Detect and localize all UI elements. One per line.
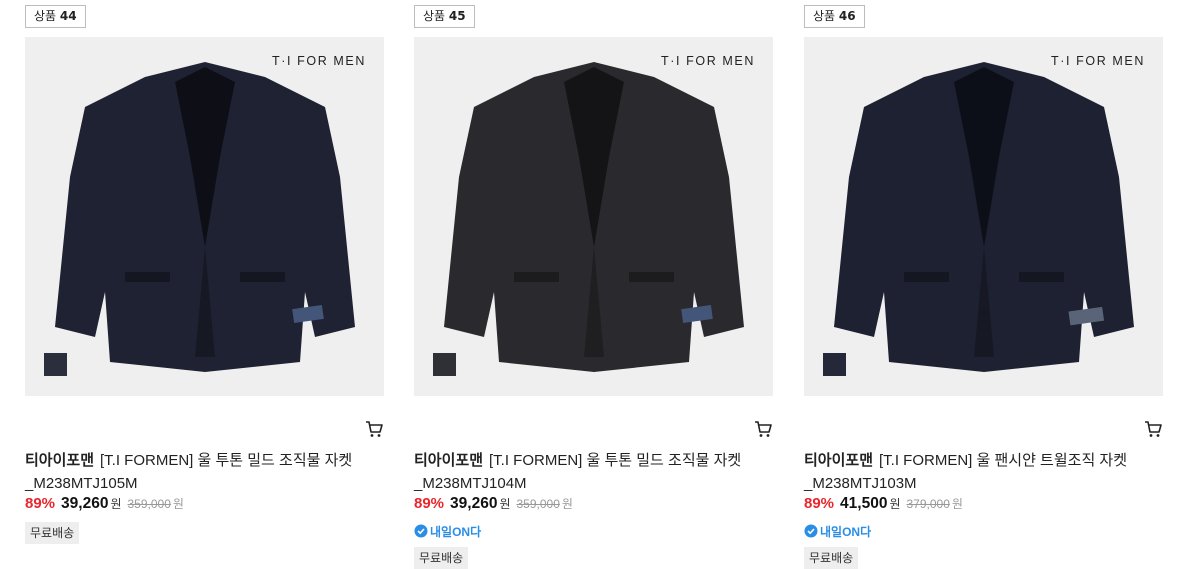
original-price: 379,000 [906, 497, 950, 511]
delivery-badge-label: 내일ON다 [820, 524, 872, 539]
discount-rate: 89% [25, 495, 56, 512]
product-code: _M238MTJ104M [414, 475, 527, 492]
free-shipping-badge: 무료배송 [25, 522, 80, 544]
product-image[interactable]: T·I FOR MEN [414, 37, 773, 396]
color-swatch[interactable] [433, 353, 456, 376]
sale-currency: 원 [889, 497, 901, 511]
free-shipping-badge: 무료배송 [414, 547, 469, 569]
badge-number: 45 [448, 9, 466, 23]
delivery-check-icon [804, 524, 818, 538]
price-row: 89% 41,500 원 379,000 원 [804, 495, 963, 513]
jacket-illustration [55, 62, 355, 372]
product-image[interactable]: T·I FOR MEN [25, 37, 384, 396]
badge-number: 44 [59, 9, 77, 23]
cart-icon [755, 421, 772, 437]
price-row: 89% 39,260 원 359,000 원 [25, 495, 184, 513]
product-title[interactable]: 티아이포맨 [T.I FORMEN] 울 투톤 밀드 조직물 자켓 _M238MT… [414, 449, 774, 495]
sale-currency: 원 [499, 497, 511, 511]
product-name: [T.I FORMEN] 울 투톤 밀드 조직물 자켓 [100, 452, 353, 469]
sale-price: 39,260 [61, 495, 109, 512]
delivery-badge-label: 내일ON다 [430, 524, 482, 539]
product-number-badge: 상품 45 [414, 5, 475, 28]
jacket-illustration [444, 62, 744, 372]
price-row: 89% 39,260 원 359,000 원 [414, 495, 573, 513]
discount-rate: 89% [414, 495, 445, 512]
product-title[interactable]: 티아이포맨 [T.I FORMEN] 울 투톤 밀드 조직물 자켓 _M238MT… [25, 449, 385, 495]
sale-currency: 원 [110, 497, 122, 511]
original-currency: 원 [561, 497, 573, 511]
badge-prefix: 상품 [34, 9, 57, 23]
original-currency: 원 [951, 497, 963, 511]
badge-prefix: 상품 [423, 9, 446, 23]
color-swatch[interactable] [823, 353, 846, 376]
product-card[interactable]: 상품 46 T·I FOR MEN 티아이포맨 [T.I FORMEN] 울 팬시… [804, 0, 1164, 569]
tomorrow-delivery-badge: 내일ON다 [804, 522, 871, 540]
cart-icon [366, 421, 383, 437]
product-brand: 티아이포맨 [25, 452, 95, 469]
product-image[interactable]: T·I FOR MEN [804, 37, 1163, 396]
product-card[interactable]: 상품 45 T·I FOR MEN 티아이포맨 [T.I FORMEN] 울 투톤… [414, 0, 774, 569]
sale-price: 41,500 [840, 495, 888, 512]
product-name: [T.I FORMEN] 울 투톤 밀드 조직물 자켓 [489, 452, 742, 469]
product-name: [T.I FORMEN] 울 팬시얀 트윌조직 자켓 [879, 452, 1128, 469]
original-price: 359,000 [127, 497, 171, 511]
free-shipping-badge: 무료배송 [804, 547, 859, 569]
sale-price: 39,260 [450, 495, 498, 512]
original-price: 359,000 [516, 497, 560, 511]
product-code: _M238MTJ105M [25, 475, 138, 492]
cart-icon [1145, 421, 1162, 437]
jacket-illustration [834, 62, 1134, 372]
tomorrow-delivery-badge: 내일ON다 [414, 522, 481, 540]
add-to-cart-button[interactable] [364, 419, 384, 439]
product-card[interactable]: 상품 44 T·I FOR MEN 티아이포맨 [T.I FORMEN] 울 투톤… [25, 0, 385, 556]
add-to-cart-button[interactable] [753, 419, 773, 439]
product-brand: 티아이포맨 [414, 452, 484, 469]
color-swatch[interactable] [44, 353, 67, 376]
delivery-check-icon [414, 524, 428, 538]
product-number-badge: 상품 46 [804, 5, 865, 28]
badge-number: 46 [838, 9, 856, 23]
add-to-cart-button[interactable] [1143, 419, 1163, 439]
discount-rate: 89% [804, 495, 835, 512]
product-brand: 티아이포맨 [804, 452, 874, 469]
badge-prefix: 상품 [813, 9, 836, 23]
product-code: _M238MTJ103M [804, 475, 917, 492]
original-currency: 원 [172, 497, 184, 511]
product-number-badge: 상품 44 [25, 5, 86, 28]
product-title[interactable]: 티아이포맨 [T.I FORMEN] 울 팬시얀 트윌조직 자켓 _M238MTJ… [804, 449, 1164, 495]
